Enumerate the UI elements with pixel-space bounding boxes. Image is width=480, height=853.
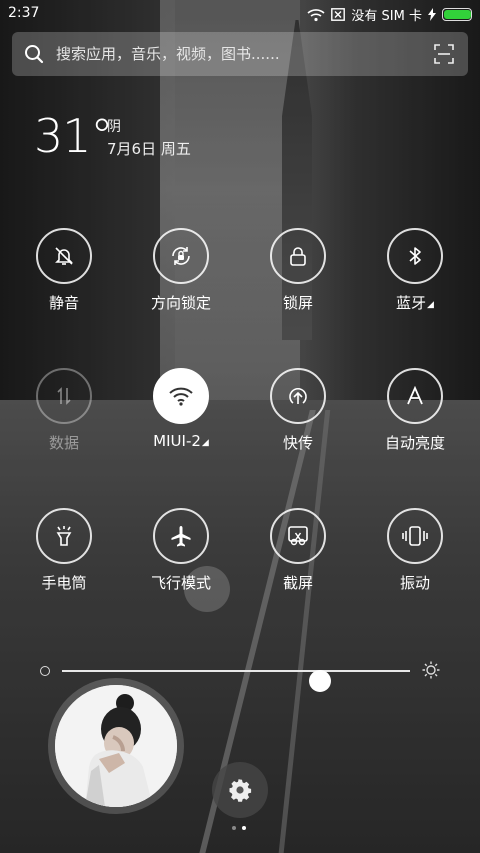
- weather-date: 7月6日 周五: [107, 140, 191, 158]
- page-dot: [232, 826, 236, 830]
- toggle-label: 手电筒: [41, 574, 87, 592]
- status-time: 2:37: [8, 5, 40, 21]
- toggle-label: 快传: [282, 434, 313, 452]
- no-sim-icon: [331, 8, 346, 21]
- bluetooth-icon: [409, 247, 421, 265]
- toggle-label: 静音: [48, 294, 79, 312]
- temperature: 31°: [34, 109, 114, 163]
- toggle-rotation-lock[interactable]: 方向锁定: [126, 228, 236, 313]
- toggle-label: 方向锁定: [150, 294, 211, 312]
- weather-widget[interactable]: 31° 阴 7月6日 周五: [34, 109, 191, 163]
- wifi-status-icon: [307, 8, 325, 22]
- toggle-mi-drop[interactable]: 快传: [243, 368, 353, 453]
- gear-icon: [229, 779, 252, 802]
- toggle-wifi[interactable]: MIUI-2◢: [126, 368, 236, 450]
- status-bar: 2:37 没有 SIM 卡: [0, 0, 480, 28]
- flashlight-icon: [56, 526, 72, 546]
- wifi-icon: [169, 387, 193, 406]
- menu-indicator-icon: ◢: [427, 300, 434, 310]
- carrier-label: 没有 SIM 卡: [351, 9, 422, 24]
- brightness-high-icon: [422, 661, 440, 679]
- page-dot-active: [242, 826, 246, 830]
- settings-button[interactable]: [212, 762, 268, 818]
- toggle-lock-screen[interactable]: 锁屏: [243, 228, 353, 313]
- toggle-auto-brightness[interactable]: 自动亮度: [360, 368, 470, 453]
- brightness-thumb[interactable]: [308, 670, 331, 692]
- toggle-bluetooth[interactable]: 蓝牙◢: [360, 228, 470, 313]
- airplane-icon: [171, 526, 191, 547]
- toggle-label: 振动: [399, 574, 430, 592]
- toggle-label: 截屏: [282, 574, 313, 592]
- scan-icon[interactable]: [434, 44, 454, 64]
- vibrate-icon: [402, 526, 428, 546]
- toggle-label: 锁屏: [282, 294, 313, 312]
- auto-brightness-icon: [407, 386, 423, 405]
- search-input[interactable]: [56, 39, 416, 69]
- lock-icon: [290, 247, 306, 266]
- toggle-mute[interactable]: 静音: [9, 228, 119, 313]
- rotation-lock-icon: [172, 247, 190, 265]
- weather-condition: 阴: [107, 119, 121, 135]
- touch-indicator: [184, 566, 230, 612]
- mobile-data-icon: [57, 387, 71, 405]
- user-avatar[interactable]: [48, 678, 184, 814]
- toggle-screenshot[interactable]: 截屏: [243, 508, 353, 593]
- toggle-flashlight[interactable]: 手电筒: [9, 508, 119, 593]
- avatar: [55, 685, 177, 807]
- toggle-vibrate[interactable]: 振动: [360, 508, 470, 593]
- brightness-track[interactable]: [62, 670, 410, 692]
- toggle-mobile-data[interactable]: 数据: [9, 368, 119, 453]
- menu-indicator-icon: ◢: [201, 438, 209, 448]
- screenshot-icon: [288, 526, 308, 546]
- toggle-label: MIUI-2: [153, 432, 201, 450]
- toggle-label: 蓝牙: [396, 294, 427, 312]
- toggle-label: 数据: [48, 434, 79, 452]
- toggle-label: 自动亮度: [384, 434, 445, 452]
- charging-icon: [428, 8, 436, 21]
- mute-bell-icon: [55, 247, 73, 265]
- search-bar[interactable]: [12, 32, 468, 76]
- battery-icon: [442, 8, 472, 21]
- brightness-low-icon: [40, 666, 50, 676]
- page-indicator: [232, 826, 246, 830]
- search-icon: [25, 45, 44, 64]
- mi-drop-icon: [289, 388, 307, 404]
